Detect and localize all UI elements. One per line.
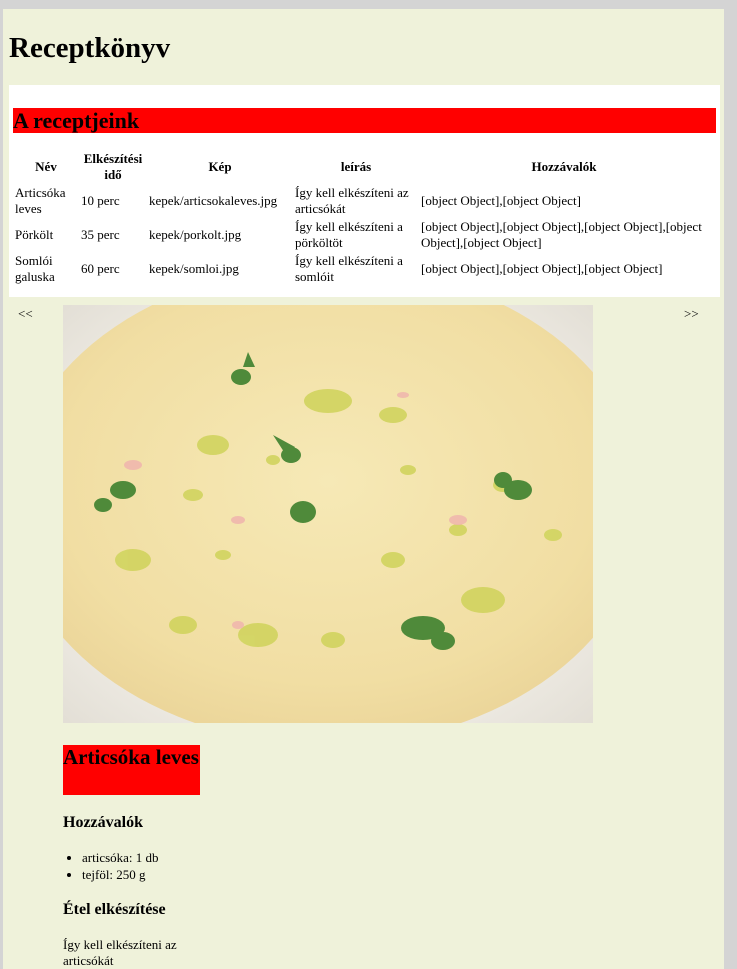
column-header-time: Elkészítési idő — [83, 151, 143, 182]
preparation-heading: Étel elkészítése — [63, 901, 166, 918]
cell-time: 35 perc — [81, 227, 120, 242]
list-item: articsóka: 1 db — [82, 849, 159, 866]
cell-time: 10 perc — [81, 193, 120, 208]
column-header-image: Kép — [208, 159, 232, 174]
cell-time: 60 perc — [81, 261, 120, 276]
cell-image: kepek/somloi.jpg — [149, 261, 239, 276]
page: Receptkönyv A receptjeink Név Elkészítés… — [3, 9, 724, 969]
cell-ingredients: [object Object],[object Object],[object … — [421, 261, 663, 276]
recipe-detail-title: Articsóka leves — [63, 745, 200, 795]
column-header-name: Név — [35, 159, 57, 174]
preparation-text: Így kell elkészíteni az articsókát — [63, 937, 177, 968]
cell-name: Pörkölt — [15, 227, 54, 242]
cell-image: kepek/porkolt.jpg — [149, 227, 242, 242]
column-header-description: leírás — [340, 159, 372, 174]
next-recipe-button[interactable]: >> — [684, 306, 699, 322]
ingredients-list: articsóka: 1 db tejföl: 250 g — [63, 849, 159, 883]
cell-ingredients: [object Object],[object Object],[object … — [421, 219, 702, 250]
page-title: Receptkönyv — [9, 32, 171, 64]
recipe-table: Név Elkészítési idő Kép leírás Hozzávaló… — [13, 150, 709, 286]
ingredients-heading: Hozzávalók — [63, 814, 143, 831]
table-row[interactable]: Somlói galuska 60 perc kepek/somloi.jpg … — [13, 252, 709, 286]
cell-image: kepek/articsokaleves.jpg — [149, 193, 278, 208]
cell-name: Articsóka leves — [15, 185, 66, 216]
cell-ingredients: [object Object],[object Object] — [421, 193, 581, 208]
table-row[interactable]: Articsóka leves 10 perc kepek/articsokal… — [13, 184, 709, 218]
table-row[interactable]: Pörkölt 35 perc kepek/porkolt.jpg Így ke… — [13, 218, 709, 252]
table-header-row: Név Elkészítési idő Kép leírás Hozzávaló… — [13, 150, 709, 184]
cell-name: Somlói galuska — [15, 253, 55, 284]
previous-recipe-button[interactable]: << — [18, 306, 33, 322]
list-item: tejföl: 250 g — [82, 866, 159, 883]
recipe-list-heading: A receptjeink — [13, 108, 716, 133]
recipe-list-panel: A receptjeink Név Elkészítési idő Kép le… — [9, 85, 720, 297]
recipe-photo — [63, 305, 593, 723]
column-header-ingredients: Hozzávalók — [531, 159, 597, 174]
cell-description: Így kell elkészíteni a pörköltöt — [295, 219, 403, 250]
cell-description: Így kell elkészíteni a somlóit — [295, 253, 403, 284]
cell-description: Így kell elkészíteni az articsókát — [295, 185, 409, 216]
